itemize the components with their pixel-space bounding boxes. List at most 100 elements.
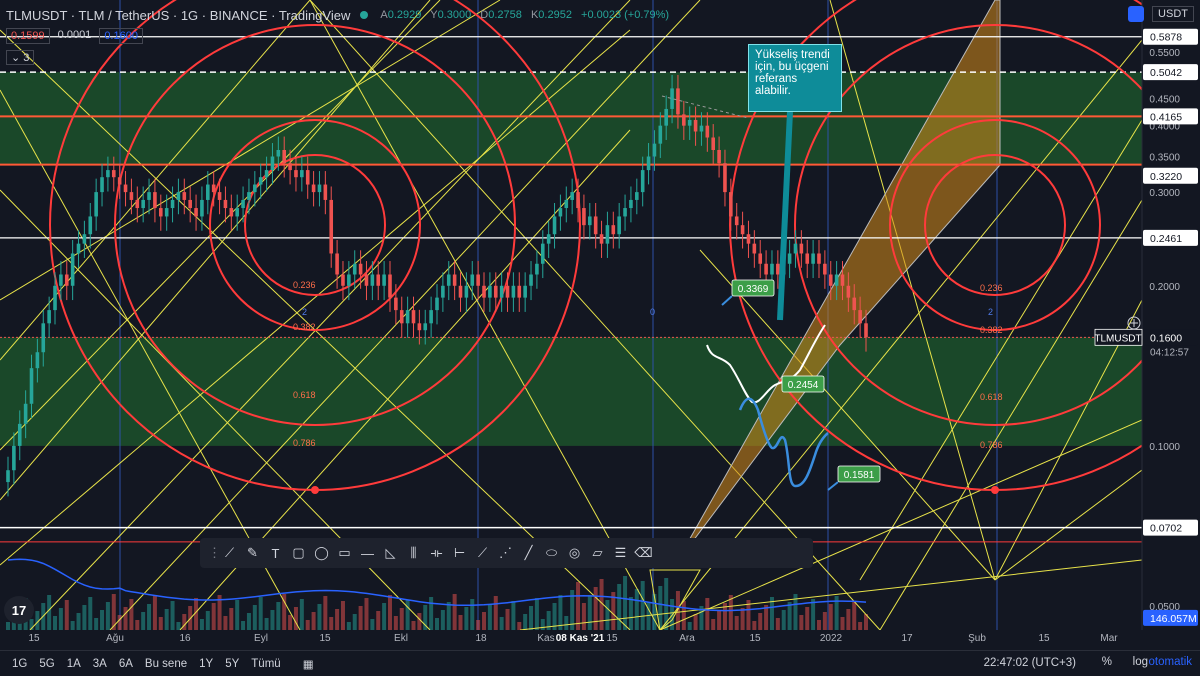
measure-icon[interactable]: ⟛	[425, 541, 448, 565]
range-button-1[interactable]: 5G	[33, 658, 60, 670]
circle-node-1-1	[991, 486, 999, 494]
candle-body	[799, 243, 804, 254]
volume-bar	[70, 621, 75, 630]
fan-lines-icon[interactable]: ⋰	[494, 541, 517, 565]
volume-bar	[164, 609, 169, 630]
volume-bar	[816, 620, 821, 630]
candle-body	[41, 323, 46, 353]
candle-body	[840, 274, 845, 286]
clock[interactable]: 22:47:02 (UTC+3)	[984, 657, 1076, 669]
brush-icon[interactable]: ✎	[241, 541, 264, 565]
calendar-icon[interactable]: ▦	[303, 657, 314, 671]
time-tick-10: Ara	[679, 633, 695, 644]
price-tick-7: 0.1000	[1149, 442, 1180, 453]
indicators-toggle[interactable]: ⌄ 3	[6, 50, 35, 65]
price-tick-1: 0.5500	[1149, 48, 1180, 59]
spread: 0.0001	[57, 29, 92, 41]
candle-body	[229, 208, 234, 217]
volume-bar	[129, 599, 134, 630]
candle-body	[94, 192, 98, 217]
chevron-down-icon: ⌄	[11, 52, 21, 64]
candle-body	[135, 199, 140, 209]
volume-bar	[258, 597, 263, 630]
volume-bar	[446, 602, 451, 630]
candle-body	[523, 285, 527, 298]
volume-bar	[681, 601, 686, 630]
trend-line-icon[interactable]: ⟋	[218, 541, 241, 565]
circle-node-0-1	[311, 486, 319, 494]
callout-note[interactable]: Yükseliş trendi için, bu üçgeni referans…	[748, 44, 842, 112]
range-button-5[interactable]: Bu sene	[139, 658, 193, 670]
volume-bar	[94, 618, 99, 630]
volume-bar	[523, 614, 528, 630]
candle-body	[664, 108, 668, 126]
fib-icon[interactable]: ⟋	[471, 541, 494, 565]
volume-bar	[593, 587, 598, 630]
line-icon[interactable]: ╱	[517, 541, 540, 565]
candle-body	[687, 119, 692, 126]
ask-price[interactable]: 0.1600	[99, 28, 143, 44]
bid-ask-box[interactable]: 0.1599 0.0001 0.1600	[6, 28, 143, 44]
candle-body	[399, 310, 404, 324]
bid-price[interactable]: 0.1599	[6, 28, 50, 44]
volume-bar	[317, 604, 322, 630]
symbol-title[interactable]: TLMUSDT · TLM / TetherUS · 1G · BINANCE …	[6, 8, 350, 23]
percent-toggle[interactable]: %	[1102, 656, 1112, 668]
triangle-icon[interactable]: ◺	[379, 541, 402, 565]
date-range-icon[interactable]: ⊢	[448, 541, 471, 565]
log-toggle[interactable]: log	[1133, 656, 1148, 668]
gann-fan-icon[interactable]: ⫼	[402, 541, 425, 565]
range-button-0[interactable]: 1G	[6, 658, 33, 670]
range-button-7[interactable]: 5Y	[219, 658, 245, 670]
candle-body	[846, 285, 851, 298]
candle-body	[6, 470, 10, 483]
volume-bar	[364, 598, 369, 630]
range-button-3[interactable]: 3A	[87, 658, 113, 670]
note-icon[interactable]: ▭	[333, 541, 356, 565]
candle-body	[529, 274, 533, 286]
circle-icon[interactable]: ◎	[563, 541, 586, 565]
comment-icon[interactable]: ▱	[586, 541, 609, 565]
eraser-icon[interactable]: ⌫	[632, 541, 655, 565]
volume-bar	[470, 599, 475, 630]
volume-bar	[358, 606, 363, 630]
candle-body	[17, 423, 22, 446]
candle-body	[270, 156, 275, 171]
auto-toggle[interactable]: otomatik	[1149, 656, 1192, 668]
tradingview-logo-icon[interactable]: 17	[4, 596, 34, 624]
volume-bar	[623, 576, 628, 630]
volume-bar	[705, 598, 710, 630]
candle-body	[576, 192, 580, 209]
volume-bar	[429, 597, 434, 630]
candle-body	[864, 323, 868, 338]
range-button-4[interactable]: 6A	[113, 658, 139, 670]
candle-body	[382, 274, 386, 286]
volume-bar	[270, 610, 275, 630]
range-button-6[interactable]: 1Y	[193, 658, 219, 670]
rectangle-icon[interactable]: ▢	[287, 541, 310, 565]
price-label-3: 0.3220	[1150, 171, 1182, 183]
text-icon[interactable]: T	[264, 541, 287, 565]
drag-handle-icon[interactable]: ⋮	[208, 545, 221, 561]
candle-body	[59, 274, 63, 286]
callout-icon[interactable]: ◯	[310, 541, 333, 565]
drawing-toolbar[interactable]: ⋮ ⟋ ✎ T ▢ ◯ ▭ — ◺ ⫼ ⟛ ⊢ ⟋ ⋰ ╱ ⬭ ◎ ▱ ☰ ⌫	[200, 538, 813, 568]
range-button-2[interactable]: 1A	[61, 658, 87, 670]
ellipse-icon[interactable]: ⬭	[540, 541, 563, 565]
candle-body	[376, 274, 381, 286]
time-tick-14: Şub	[968, 633, 986, 644]
horizontal-line-icon[interactable]: —	[356, 541, 379, 565]
circle-number-2: 0	[650, 307, 655, 317]
channel-icon[interactable]: ☰	[609, 541, 632, 565]
sync-icon[interactable]	[1128, 6, 1144, 22]
volume-bar	[534, 598, 539, 630]
time-tick-15: 15	[1038, 633, 1050, 644]
volume-bar	[58, 608, 63, 630]
range-button-8[interactable]: Tümü	[245, 658, 286, 670]
currency-button[interactable]: USDT	[1152, 6, 1194, 22]
volume-bar	[352, 614, 357, 630]
candle-body	[758, 253, 763, 264]
volume-bar	[158, 617, 163, 630]
volume-bar	[734, 616, 739, 630]
time-axis[interactable]: 15 Ağu 16 Eyl 15 Ekl 18 Kas 08 Kas '21 15 Ara 15 202…	[0, 630, 1200, 650]
